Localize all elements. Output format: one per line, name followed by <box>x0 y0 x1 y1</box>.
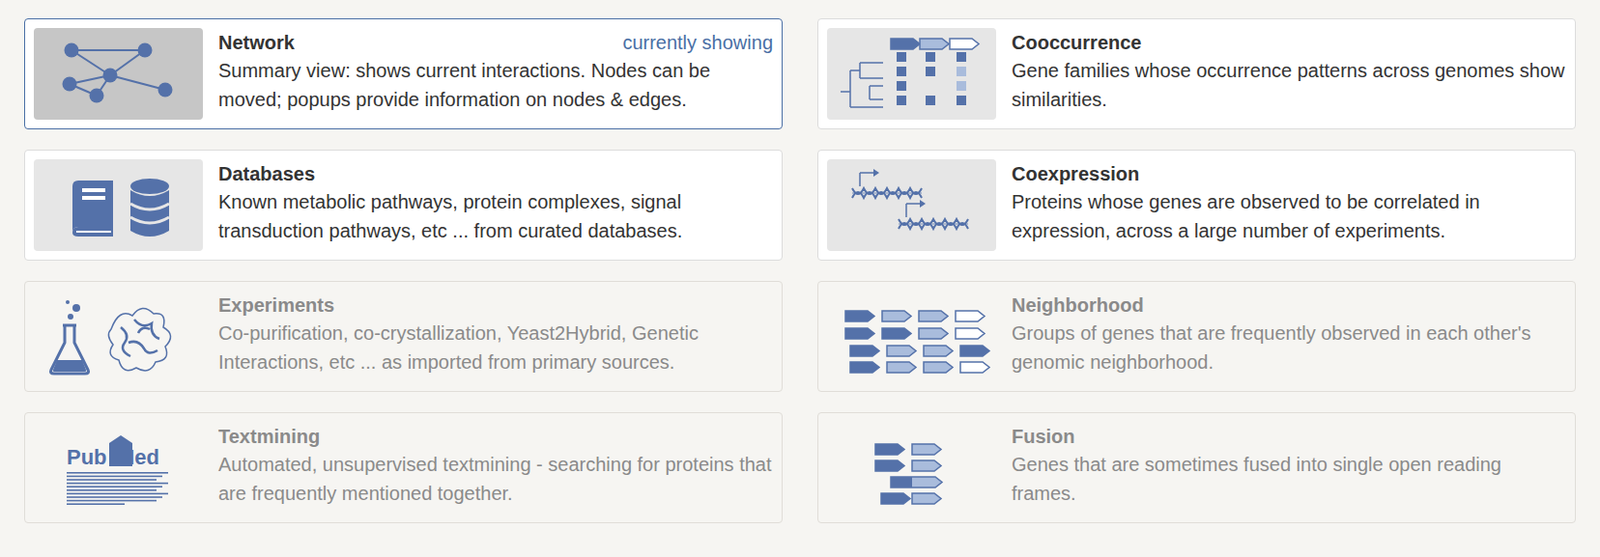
cooccurrence-icon-drawing <box>827 28 997 120</box>
card-title: Fusion <box>1011 423 1076 451</box>
card-description: Co-purification, co-crystallization, Yea… <box>218 318 773 377</box>
card-description: Groups of genes that are frequently obse… <box>1011 318 1567 377</box>
coexpression-icon-drawing <box>827 159 997 252</box>
cooccurrence-icon <box>827 28 997 120</box>
view-card[interactable]: Network currently showingSummary view: sh… <box>24 18 783 130</box>
card-title: Cooccurrence <box>1011 28 1143 57</box>
textmining-icon: Pub Med <box>33 422 203 515</box>
card-description: Gene families whose occurrence patterns … <box>1011 56 1567 115</box>
view-card[interactable]: FusionGenes that are sometimes fused int… <box>817 412 1576 524</box>
view-card[interactable]: CoexpressionProteins whose genes are obs… <box>817 149 1576 261</box>
card-title: Neighborhood <box>1011 291 1144 319</box>
fusion-icon-drawing <box>827 422 997 515</box>
view-selector: Network currently showingSummary view: sh… <box>0 0 1600 557</box>
svg-text:Pub: Pub <box>66 445 108 470</box>
view-card[interactable]: DatabasesKnown metabolic pathways, prote… <box>24 149 783 261</box>
card-title: Coexpression <box>1011 160 1140 188</box>
card-description: Proteins whose genes are observed to be … <box>1011 187 1567 246</box>
databases-icon-drawing <box>33 159 203 252</box>
card-description: Summary view: shows current interactions… <box>218 56 773 115</box>
experiments-icon <box>33 290 203 383</box>
neighborhood-icon <box>827 290 997 383</box>
experiments-icon-drawing <box>33 290 203 383</box>
card-description: Known metabolic pathways, protein comple… <box>218 187 773 246</box>
card-description: Automated, unsupervised textmining - sea… <box>218 450 773 509</box>
svg-text:Med: Med <box>116 445 160 470</box>
card-title: Experiments <box>218 291 335 319</box>
view-card[interactable]: ExperimentsCo-purification, co-crystalli… <box>24 281 783 393</box>
view-card[interactable]: Pub Med TextminingAutomated, unsupervised … <box>24 412 783 524</box>
neighborhood-icon-drawing <box>827 290 997 383</box>
current-badge: currently showing <box>622 28 773 57</box>
card-grid: Network currently showingSummary view: sh… <box>24 18 1576 524</box>
view-card[interactable]: NeighborhoodGroups of genes that are fre… <box>817 281 1576 393</box>
card-title: Textmining <box>218 423 320 451</box>
view-card[interactable]: CooccurrenceGene families whose occurren… <box>817 18 1576 130</box>
network-icon <box>33 28 203 120</box>
card-title: Databases <box>218 160 315 188</box>
coexpression-icon <box>827 159 997 252</box>
textmining-icon-drawing: Pub Med <box>33 422 203 515</box>
card-description: Genes that are sometimes fused into sing… <box>1011 450 1567 509</box>
databases-icon <box>33 159 203 252</box>
network-icon-drawing <box>33 28 203 120</box>
fusion-icon <box>827 422 997 515</box>
card-title: Network <box>218 28 295 57</box>
